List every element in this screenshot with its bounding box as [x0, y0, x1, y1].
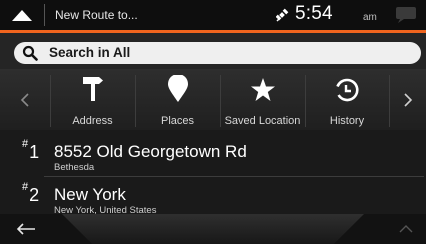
signpost-icon: [82, 69, 104, 105]
list-item[interactable]: #1 8552 Old Georgetown Rd Bethesda: [0, 134, 426, 173]
scroll-right-button[interactable]: [389, 69, 426, 130]
result-title: 8552 Old Georgetown Rd: [54, 142, 247, 161]
back-button[interactable]: [0, 214, 52, 244]
bottom-bar: [0, 214, 426, 244]
menu-icon: [12, 9, 32, 21]
top-bar: New Route to... 5:54 am: [0, 0, 426, 30]
clock-time: 5:54: [295, 3, 333, 24]
chevron-left-icon: [20, 92, 29, 107]
result-title: New York: [54, 185, 126, 204]
category-label: Places: [160, 115, 195, 127]
chevron-up-icon: [399, 225, 412, 233]
search-area: Search in All: [0, 33, 426, 69]
category-bar: Address Places Saved Location History: [0, 69, 426, 130]
message-icon[interactable]: [394, 6, 418, 29]
history-icon: [335, 69, 359, 105]
search-label: Search in All: [49, 45, 131, 60]
pin-icon: [167, 69, 189, 105]
satellite-icon: [275, 8, 289, 27]
bottom-plate: [62, 214, 364, 244]
star-icon: [250, 69, 276, 105]
category-saved-location[interactable]: Saved Location: [220, 69, 305, 130]
category-label: History: [329, 115, 365, 127]
scroll-up-button[interactable]: [385, 214, 426, 244]
result-rank: #2: [22, 181, 40, 205]
category-history[interactable]: History: [305, 69, 389, 130]
category-label: Saved Location: [224, 115, 301, 127]
back-arrow-icon: [16, 223, 35, 235]
category-places[interactable]: Places: [135, 69, 220, 130]
list-item[interactable]: #2 New York New York, United States: [0, 177, 426, 216]
category-label: Address: [72, 115, 113, 127]
search-icon: [22, 45, 38, 66]
clock-ampm: am: [363, 12, 377, 23]
chevron-right-icon: [403, 92, 412, 107]
category-address[interactable]: Address: [50, 69, 135, 130]
results-list: #1 8552 Old Georgetown Rd Bethesda #2 Ne…: [0, 130, 426, 216]
search-input[interactable]: Search in All: [14, 42, 421, 64]
result-rank: #1: [22, 138, 40, 162]
divider: [44, 4, 45, 26]
menu-button[interactable]: [0, 0, 44, 30]
page-title: New Route to...: [55, 8, 138, 22]
scroll-left-button[interactable]: [0, 69, 50, 130]
result-subtitle: Bethesda: [54, 162, 95, 173]
